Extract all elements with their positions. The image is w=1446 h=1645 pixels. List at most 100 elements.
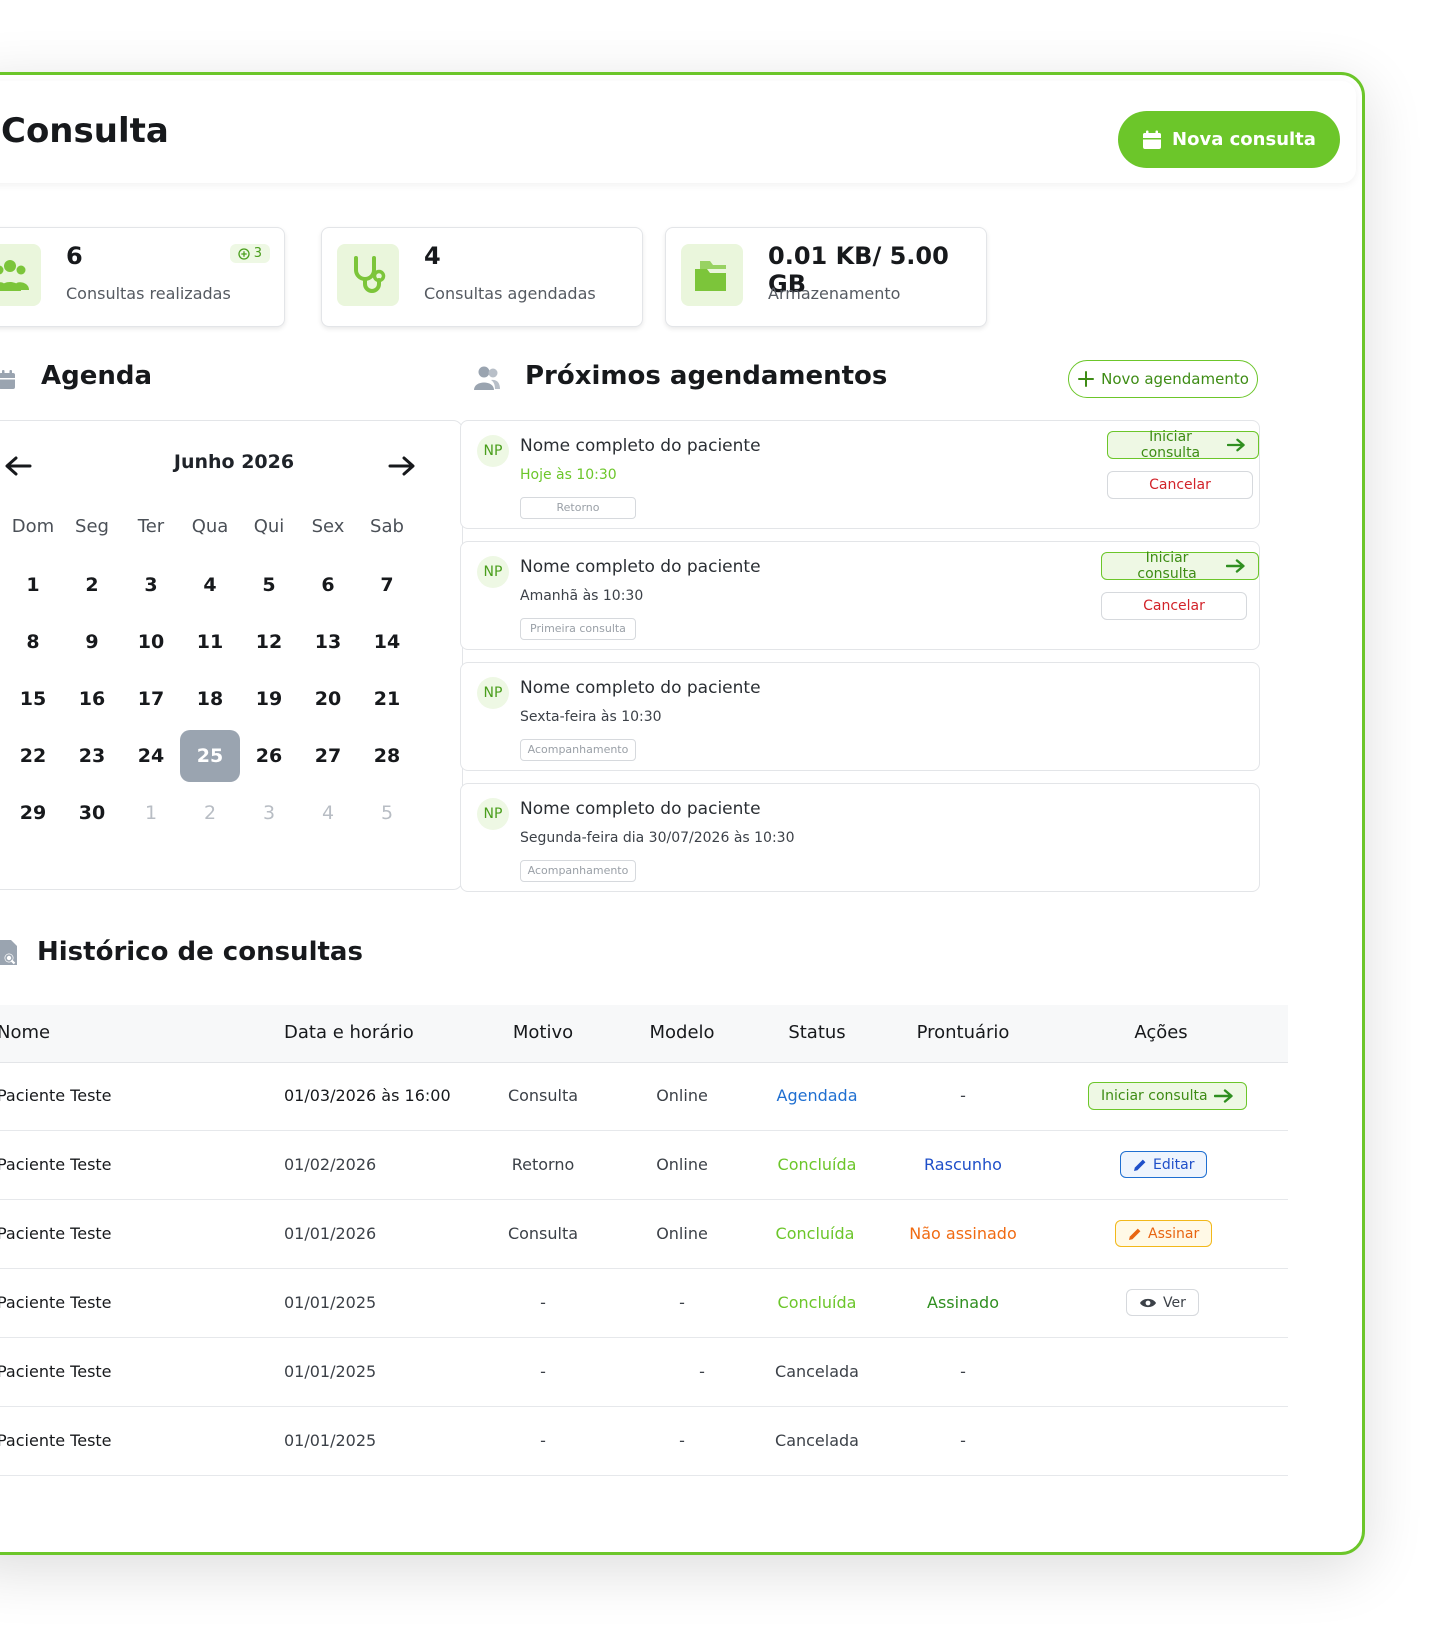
record-status: - (960, 1431, 966, 1450)
start-consultation-button[interactable]: Iniciar consulta (1088, 1082, 1247, 1110)
patient-name: Paciente Teste (0, 1362, 112, 1381)
start-consultation-button[interactable]: Iniciar consulta (1107, 429, 1259, 461)
calendar-day-selected[interactable]: 25 (180, 730, 240, 782)
appointment-type-tag: Retorno (520, 497, 636, 519)
calendar-day[interactable]: 13 (298, 616, 358, 668)
calendar-day[interactable]: 23 (62, 730, 122, 782)
calendar-day[interactable]: 15 (3, 673, 63, 725)
appointment-card[interactable]: NP Nome completo do paciente Segunda-fei… (460, 783, 1260, 892)
appointment-time: Sexta-feira às 10:30 (520, 709, 662, 725)
new-appointment-label: Novo agendamento (1101, 370, 1249, 388)
reason: - (540, 1362, 546, 1381)
previous-month-button[interactable] (0, 449, 36, 483)
arrow-right-icon (1213, 1089, 1233, 1103)
status-badge: Cancelada (775, 1362, 859, 1381)
weekday-label: Ter (137, 516, 165, 537)
stethoscope-icon (337, 244, 399, 306)
column-header: Motivo (512, 1022, 574, 1043)
upcoming-title: Próximos agendamentos (525, 361, 888, 391)
patient-name: Paciente Teste (0, 1431, 112, 1450)
next-month-button[interactable] (384, 449, 420, 483)
record-status: Assinado (927, 1293, 999, 1312)
calendar-day[interactable]: 19 (239, 673, 299, 725)
table-row: Paciente Teste 01/01/2025 - - Cancelada … (0, 1338, 1288, 1407)
avatar: NP (477, 677, 509, 709)
date-time: 01/01/2026 (284, 1224, 377, 1243)
calendar-day[interactable]: 27 (298, 730, 358, 782)
column-header: Prontuário (916, 1022, 1010, 1043)
reason: - (540, 1293, 546, 1312)
stat-value: 6 (66, 242, 83, 270)
status-badge: Agendada (776, 1086, 858, 1105)
appointment-card[interactable]: NP Nome completo do paciente Amanhã às 1… (460, 541, 1260, 650)
calendar-day[interactable]: 26 (239, 730, 299, 782)
calendar-day[interactable]: 10 (121, 616, 181, 668)
patient-name: Paciente Teste (0, 1224, 112, 1243)
calendar-day[interactable]: 21 (357, 673, 417, 725)
calendar-day[interactable]: 17 (121, 673, 181, 725)
status-badge: Concluída (777, 1155, 857, 1174)
cancel-appointment-button[interactable]: Cancelar (1107, 471, 1253, 499)
calendar-day[interactable]: 29 (3, 787, 63, 839)
page-title: Consulta (1, 111, 169, 151)
appointment-type-tag: Primeira consulta (520, 618, 636, 640)
new-consultation-button[interactable]: Nova consulta (1118, 111, 1340, 168)
view-button[interactable]: Ver (1126, 1289, 1199, 1316)
calendar-day-next-month[interactable]: 5 (357, 787, 417, 839)
sign-button[interactable]: Assinar (1115, 1220, 1213, 1247)
calendar-day[interactable]: 2 (62, 559, 122, 611)
status-badge: Cancelada (775, 1431, 859, 1450)
pencil-icon (1134, 1159, 1146, 1171)
calendar-day[interactable]: 24 (121, 730, 181, 782)
calendar-day[interactable]: 30 (62, 787, 122, 839)
calendar-day[interactable]: 4 (180, 559, 240, 611)
calendar-day[interactable]: 28 (357, 730, 417, 782)
cancel-appointment-button[interactable]: Cancelar (1101, 592, 1247, 620)
edit-button[interactable]: Editar (1120, 1151, 1208, 1178)
appointment-card[interactable]: NP Nome completo do paciente Hoje às 10:… (460, 420, 1260, 529)
calendar-day[interactable]: 1 (3, 559, 63, 611)
column-header: Modelo (649, 1022, 715, 1043)
calendar-day[interactable]: 22 (3, 730, 63, 782)
start-consultation-button[interactable]: Iniciar consulta (1101, 550, 1259, 582)
calendar-day[interactable]: 8 (3, 616, 63, 668)
calendar-day[interactable]: 11 (180, 616, 240, 668)
people-icon (0, 244, 41, 306)
appointment-card[interactable]: NP Nome completo do paciente Sexta-feira… (460, 662, 1260, 771)
new-appointment-button[interactable]: Novo agendamento (1068, 360, 1258, 398)
record-status: Rascunho (924, 1155, 1002, 1174)
column-header: Nome (0, 1022, 51, 1043)
arrow-left-icon (5, 456, 32, 476)
page-header: Consulta Nova consulta (0, 81, 1356, 183)
calendar-day[interactable]: 16 (62, 673, 122, 725)
calendar-icon (0, 370, 15, 389)
model: Online (656, 1086, 708, 1105)
calendar-day[interactable]: 14 (357, 616, 417, 668)
calendar: Junho 2026 Dom Seg Ter Qua Qui Sex Sab 1… (0, 420, 463, 890)
weekday-label: Sab (370, 516, 404, 537)
calendar-day[interactable]: 12 (239, 616, 299, 668)
calendar-day[interactable]: 6 (298, 559, 358, 611)
calendar-day-next-month[interactable]: 1 (121, 787, 181, 839)
calendar-day-next-month[interactable]: 2 (180, 787, 240, 839)
reason: Consulta (507, 1086, 579, 1105)
column-header: Data e horário (284, 1022, 414, 1043)
calendar-day-next-month[interactable]: 3 (239, 787, 299, 839)
calendar-day[interactable]: 18 (180, 673, 240, 725)
calendar-day[interactable]: 20 (298, 673, 358, 725)
patient-name: Paciente Teste (0, 1293, 112, 1312)
calendar-day-next-month[interactable]: 4 (298, 787, 358, 839)
appointment-time: Hoje às 10:30 (520, 467, 617, 483)
stat-card-storage: 0.01 KB/ 5.00 GB Armazenamento (665, 227, 987, 327)
record-status: - (960, 1362, 966, 1381)
stat-label: Consultas agendadas (424, 284, 596, 303)
calendar-day[interactable]: 5 (239, 559, 299, 611)
users-icon (474, 366, 500, 390)
weekday-label: Seg (75, 516, 109, 537)
file-search-icon (0, 940, 17, 965)
calendar-day[interactable]: 7 (357, 559, 417, 611)
calendar-day[interactable]: 3 (121, 559, 181, 611)
calendar-day[interactable]: 9 (62, 616, 122, 668)
patient-name: Nome completo do paciente (520, 678, 761, 698)
model: Online (656, 1155, 708, 1174)
